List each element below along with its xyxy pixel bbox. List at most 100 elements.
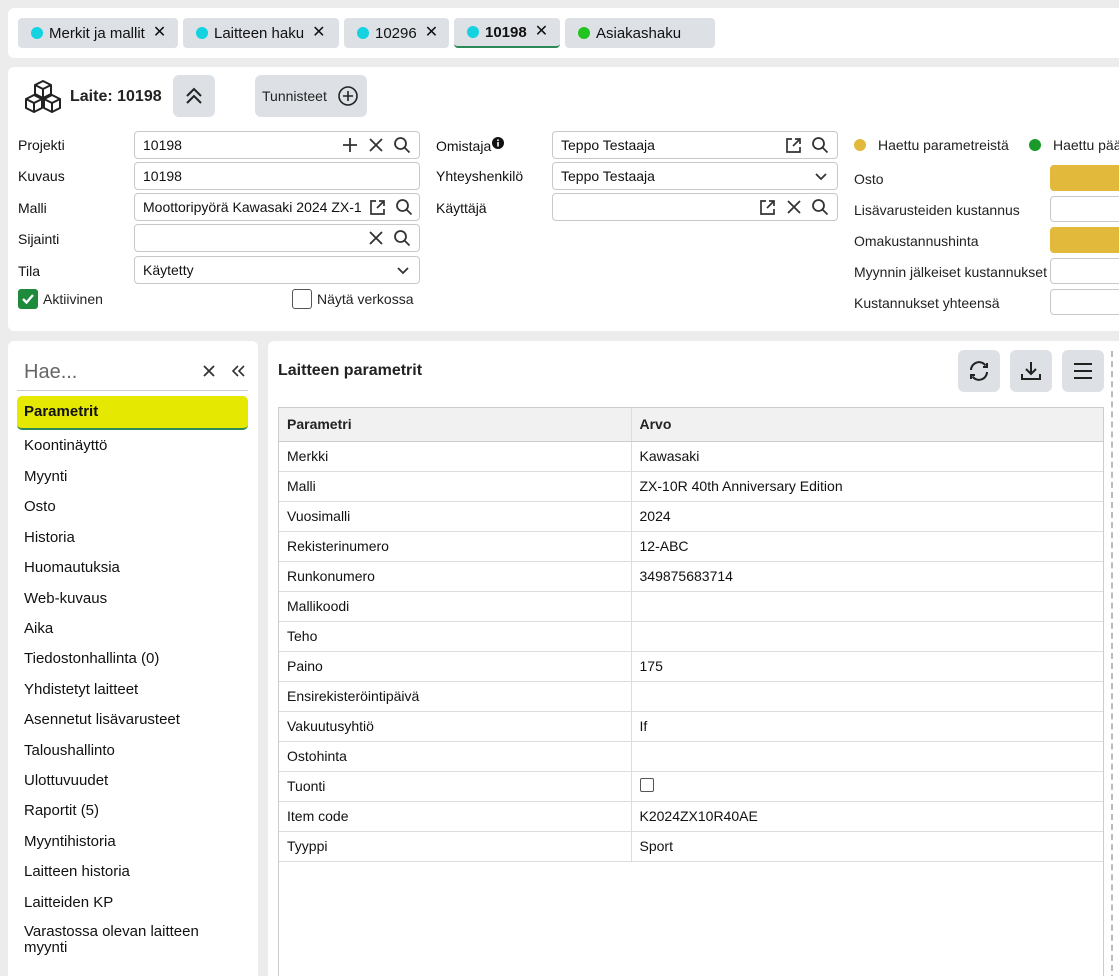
omistaja-field[interactable]: Teppo Testaaja — [552, 131, 838, 159]
nayta-verkossa-checkbox[interactable]: Näytä verkossa — [292, 289, 413, 309]
sijainti-field[interactable] — [134, 224, 420, 252]
value-cell[interactable]: 2024 — [631, 501, 1103, 532]
sidebar-item-myyntihistoria[interactable]: Myyntihistoria — [24, 833, 116, 850]
menu-button[interactable] — [1062, 350, 1104, 392]
cost-field-myynnin-jalkeiset[interactable] — [1050, 258, 1119, 284]
tab-asiakashaku[interactable]: Asiakashaku — [565, 18, 715, 48]
cost-field-lisavarusteet[interactable] — [1050, 196, 1119, 222]
value-cell[interactable]: Kawasaki — [631, 441, 1103, 472]
clear-icon[interactable] — [367, 136, 385, 154]
value-cell[interactable]: 12-ABC — [631, 531, 1103, 562]
sidebar-item-koontinaytto[interactable]: Koontinäyttö — [24, 437, 107, 454]
value-cell[interactable]: 349875683714 — [631, 561, 1103, 592]
sidebar-item-myynti[interactable]: Myynti — [24, 468, 67, 485]
tila-select[interactable]: Käytetty — [134, 256, 420, 284]
sidebar-item-historia[interactable]: Historia — [24, 529, 75, 546]
cost-field-omakustannushinta[interactable] — [1050, 227, 1119, 253]
tab-10296[interactable]: 10296 ✕ — [344, 18, 449, 48]
malli-field[interactable]: Moottoripyörä Kawasaki 2024 ZX-1 — [134, 193, 420, 221]
table-row[interactable]: Tuonti — [279, 771, 1103, 802]
sidebar-item-ulottuvuudet[interactable]: Ulottuvuudet — [24, 772, 108, 789]
clear-icon[interactable] — [202, 364, 216, 381]
value-cell[interactable] — [631, 741, 1103, 772]
table-row[interactable]: Mallikoodi — [279, 591, 1103, 622]
value-cell[interactable]: If — [631, 711, 1103, 742]
sidebar-item-web-kuvaus[interactable]: Web-kuvaus — [24, 590, 107, 607]
table-row[interactable]: Vakuutusyhtiö If — [279, 711, 1103, 742]
tab-merkit-ja-mallit[interactable]: Merkit ja mallit ✕ — [18, 18, 178, 48]
table-row[interactable]: Runkonumero 349875683714 — [279, 561, 1103, 592]
kuvaus-value: 10198 — [143, 168, 182, 184]
sidebar-item-osto[interactable]: Osto — [24, 498, 56, 515]
collapse-sidebar-icon[interactable] — [230, 364, 246, 381]
sidebar-item-laitteen-historia[interactable]: Laitteen historia — [24, 863, 130, 880]
sidebar-item-parametrit[interactable]: Parametrit — [17, 396, 248, 430]
table-row[interactable]: Teho — [279, 621, 1103, 652]
download-button[interactable] — [1010, 350, 1052, 392]
cost-field-yhteensa[interactable] — [1050, 289, 1119, 315]
value-cell[interactable]: Sport — [631, 831, 1103, 862]
search-icon[interactable] — [395, 198, 413, 216]
value-cell[interactable]: 175 — [631, 651, 1103, 682]
column-header-parametri[interactable]: Parametri — [279, 408, 632, 442]
sidebar-item-taloushallinto[interactable]: Taloushallinto — [24, 742, 115, 759]
plus-icon[interactable] — [341, 136, 359, 154]
search-icon[interactable] — [393, 229, 411, 247]
close-icon[interactable]: ✕ — [425, 25, 438, 41]
value-cell[interactable] — [631, 681, 1103, 712]
sidebar-item-aika[interactable]: Aika — [24, 620, 53, 637]
table-row[interactable]: Rekisterinumero 12-ABC — [279, 531, 1103, 562]
open-external-icon[interactable] — [758, 198, 777, 217]
value-cell[interactable]: K2024ZX10R40AE — [631, 801, 1103, 832]
sidebar-item-varastossa-myynti[interactable]: Varastossa olevan laitteen myynti — [24, 924, 224, 956]
open-external-icon[interactable] — [368, 198, 387, 217]
clear-icon[interactable] — [367, 229, 385, 247]
tab-laitteen-haku[interactable]: Laitteen haku ✕ — [183, 18, 339, 48]
title-row: Laite: 10198 — [24, 77, 162, 117]
yhteyshenkilo-select[interactable]: Teppo Testaaja — [552, 162, 838, 190]
value-cell[interactable] — [631, 621, 1103, 652]
close-icon[interactable]: ✕ — [153, 25, 166, 41]
close-icon[interactable]: ✕ — [535, 24, 548, 40]
param-cell: Vuosimalli — [279, 501, 632, 532]
sidebar-item-asennetut-lisavarusteet[interactable]: Asennetut lisävarusteet — [24, 711, 180, 728]
table-row[interactable]: Ostohinta — [279, 741, 1103, 772]
clear-icon[interactable] — [785, 198, 803, 216]
kuvaus-field[interactable]: 10198 — [134, 162, 420, 190]
open-external-icon[interactable] — [784, 136, 803, 155]
search-icon[interactable] — [393, 136, 411, 154]
projekti-field[interactable]: 10198 — [134, 131, 420, 159]
status-dot-icon — [196, 27, 208, 39]
refresh-button[interactable] — [958, 350, 1000, 392]
sidebar-item-yhdistetyt-laitteet[interactable]: Yhdistetyt laitteet — [24, 681, 138, 698]
value-cell[interactable] — [631, 771, 1103, 802]
table-row[interactable]: Malli ZX-10R 40th Anniversary Edition — [279, 471, 1103, 502]
tab-10198[interactable]: 10198 ✕ — [454, 18, 560, 48]
table-row[interactable]: Tyyppi Sport — [279, 831, 1103, 862]
search-input[interactable]: Hae... — [17, 361, 202, 384]
sidebar-item-laitteiden-kp[interactable]: Laitteiden KP — [24, 894, 113, 911]
close-icon[interactable]: ✕ — [312, 25, 325, 41]
search-icon[interactable] — [811, 198, 829, 216]
info-icon[interactable] — [492, 137, 505, 149]
table-row[interactable]: Paino 175 — [279, 651, 1103, 682]
search-icon[interactable] — [811, 136, 829, 154]
cost-field-osto[interactable] — [1050, 165, 1119, 191]
value-cell[interactable] — [631, 591, 1103, 622]
sidebar-item-huomautuksia[interactable]: Huomautuksia — [24, 559, 120, 576]
table-row[interactable]: Vuosimalli 2024 — [279, 501, 1103, 532]
resize-divider[interactable] — [1111, 351, 1113, 976]
table-row[interactable]: Ensirekisteröintipäivä — [279, 681, 1103, 712]
tags-button[interactable]: Tunnisteet — [255, 75, 367, 117]
sidebar-item-tiedostonhallinta[interactable]: Tiedostonhallinta (0) — [24, 650, 159, 667]
aktiivinen-checkbox[interactable]: Aktiivinen — [18, 289, 103, 309]
sidebar-search[interactable]: Hae... — [17, 355, 248, 391]
sidebar-item-raportit[interactable]: Raportit (5) — [24, 802, 99, 819]
column-header-arvo[interactable]: Arvo — [631, 408, 1103, 442]
table-row[interactable]: Merkki Kawasaki — [279, 441, 1103, 472]
value-cell[interactable]: ZX-10R 40th Anniversary Edition — [631, 471, 1103, 502]
kayttaja-field[interactable] — [552, 193, 838, 221]
table-row[interactable]: Item code K2024ZX10R40AE — [279, 801, 1103, 832]
tuonti-checkbox[interactable] — [639, 778, 654, 792]
collapse-button[interactable] — [173, 75, 215, 117]
